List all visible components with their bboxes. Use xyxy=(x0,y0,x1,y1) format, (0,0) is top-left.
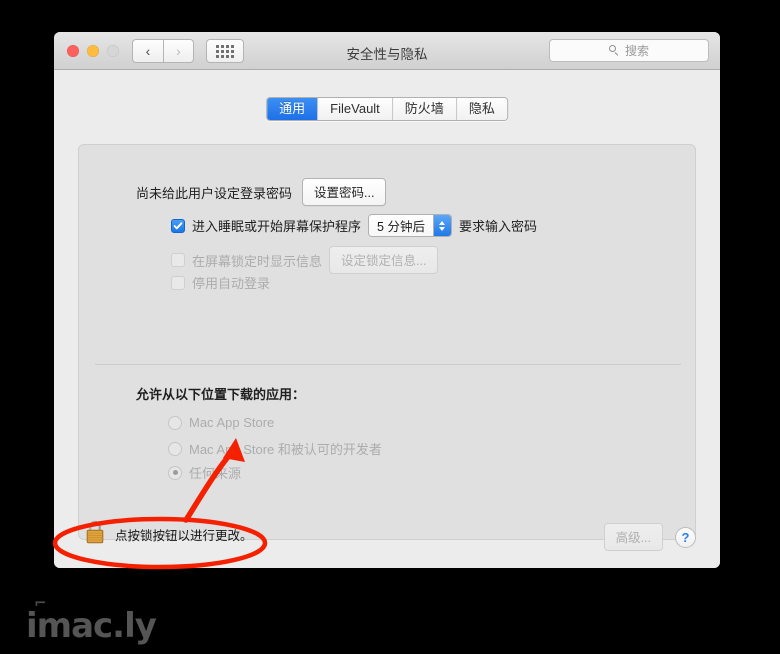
radio-button-unselected[interactable] xyxy=(168,415,182,430)
require-password-row: 进入睡眠或开始屏幕保护程序 5 分钟后 要求输入密码 xyxy=(171,214,537,237)
radio-label: Mac App Store xyxy=(189,415,275,430)
preferences-pane: 通用 FileVault 防火墙 隐私 尚未给此用户设定登录密码 设置密码...… xyxy=(54,70,720,568)
tab-bar: 通用 FileVault 防火墙 隐私 xyxy=(266,97,508,121)
general-settings-box: 尚未给此用户设定登录密码 设置密码... 进入睡眠或开始屏幕保护程序 5 分钟后 xyxy=(78,144,696,540)
lock-message-row: 在屏幕锁定时显示信息 设定锁定信息... xyxy=(171,246,439,274)
radio-mac-app-store[interactable]: Mac App Store xyxy=(168,415,274,430)
tab-filevault[interactable]: FileVault xyxy=(318,98,393,120)
advanced-button[interactable]: 高级... xyxy=(603,523,663,551)
require-password-delay-select[interactable]: 5 分钟后 xyxy=(368,214,452,237)
radio-mac-app-store-and-identified-developers[interactable]: Mac App Store 和被认可的开发者 xyxy=(168,439,382,458)
lock-message: 点按锁按钮以进行更改。 xyxy=(115,529,253,543)
set-password-button[interactable]: 设置密码... xyxy=(302,178,387,206)
login-password-status: 尚未给此用户设定登录密码 xyxy=(136,185,293,201)
tab-firewall[interactable]: 防火墙 xyxy=(392,98,457,120)
help-button[interactable]: ? xyxy=(675,526,696,548)
require-password-prefix-label: 进入睡眠或开始屏幕保护程序 xyxy=(192,219,362,234)
show-lock-message-checkbox[interactable] xyxy=(171,253,185,267)
disable-auto-login-label: 停用自动登录 xyxy=(192,276,271,291)
radio-button-unselected[interactable] xyxy=(168,441,182,456)
radio-label: 任何来源 xyxy=(189,466,242,481)
lock-area[interactable]: 点按锁按钮以进行更改。 xyxy=(84,519,253,550)
tab-general[interactable]: 通用 xyxy=(267,98,319,120)
window-titlebar: ‹ › 安全性与隐私 搜索 xyxy=(54,32,720,70)
require-password-suffix-label: 要求输入密码 xyxy=(458,219,537,234)
search-icon xyxy=(608,45,620,56)
stepper-arrows-icon[interactable] xyxy=(432,215,451,236)
watermark-tick-icon: ⌐ xyxy=(34,594,47,612)
set-lock-message-button[interactable]: 设定锁定信息... xyxy=(329,246,439,274)
show-lock-message-label: 在屏幕锁定时显示信息 xyxy=(192,253,323,269)
padlock-closed-icon[interactable] xyxy=(84,519,106,550)
radio-anywhere[interactable]: 任何来源 xyxy=(168,463,241,482)
watermark-text: imac.ly xyxy=(26,606,157,646)
login-password-row: 尚未给此用户设定登录密码 设置密码... xyxy=(136,178,387,206)
radio-label: Mac App Store 和被认可的开发者 xyxy=(189,442,382,457)
disable-auto-login-row: 停用自动登录 xyxy=(171,273,270,292)
radio-button-selected[interactable] xyxy=(168,465,182,480)
search-input[interactable]: 搜索 xyxy=(549,39,709,62)
section-divider xyxy=(95,364,681,365)
download-section-heading: 允许从以下位置下载的应用： xyxy=(136,387,306,402)
watermark: ⌐ imac.ly xyxy=(26,594,157,646)
require-password-checkbox[interactable] xyxy=(171,218,185,233)
require-password-delay-value: 5 分钟后 xyxy=(369,215,433,236)
tab-privacy[interactable]: 隐私 xyxy=(456,98,507,120)
search-placeholder: 搜索 xyxy=(624,44,649,58)
bottom-right-controls: 高级... ? xyxy=(603,523,696,551)
disable-auto-login-checkbox[interactable] xyxy=(171,275,185,290)
system-preferences-window: ‹ › 安全性与隐私 搜索 通用 FileVault 防火墙 隐私 尚未给此用户… xyxy=(54,32,720,568)
